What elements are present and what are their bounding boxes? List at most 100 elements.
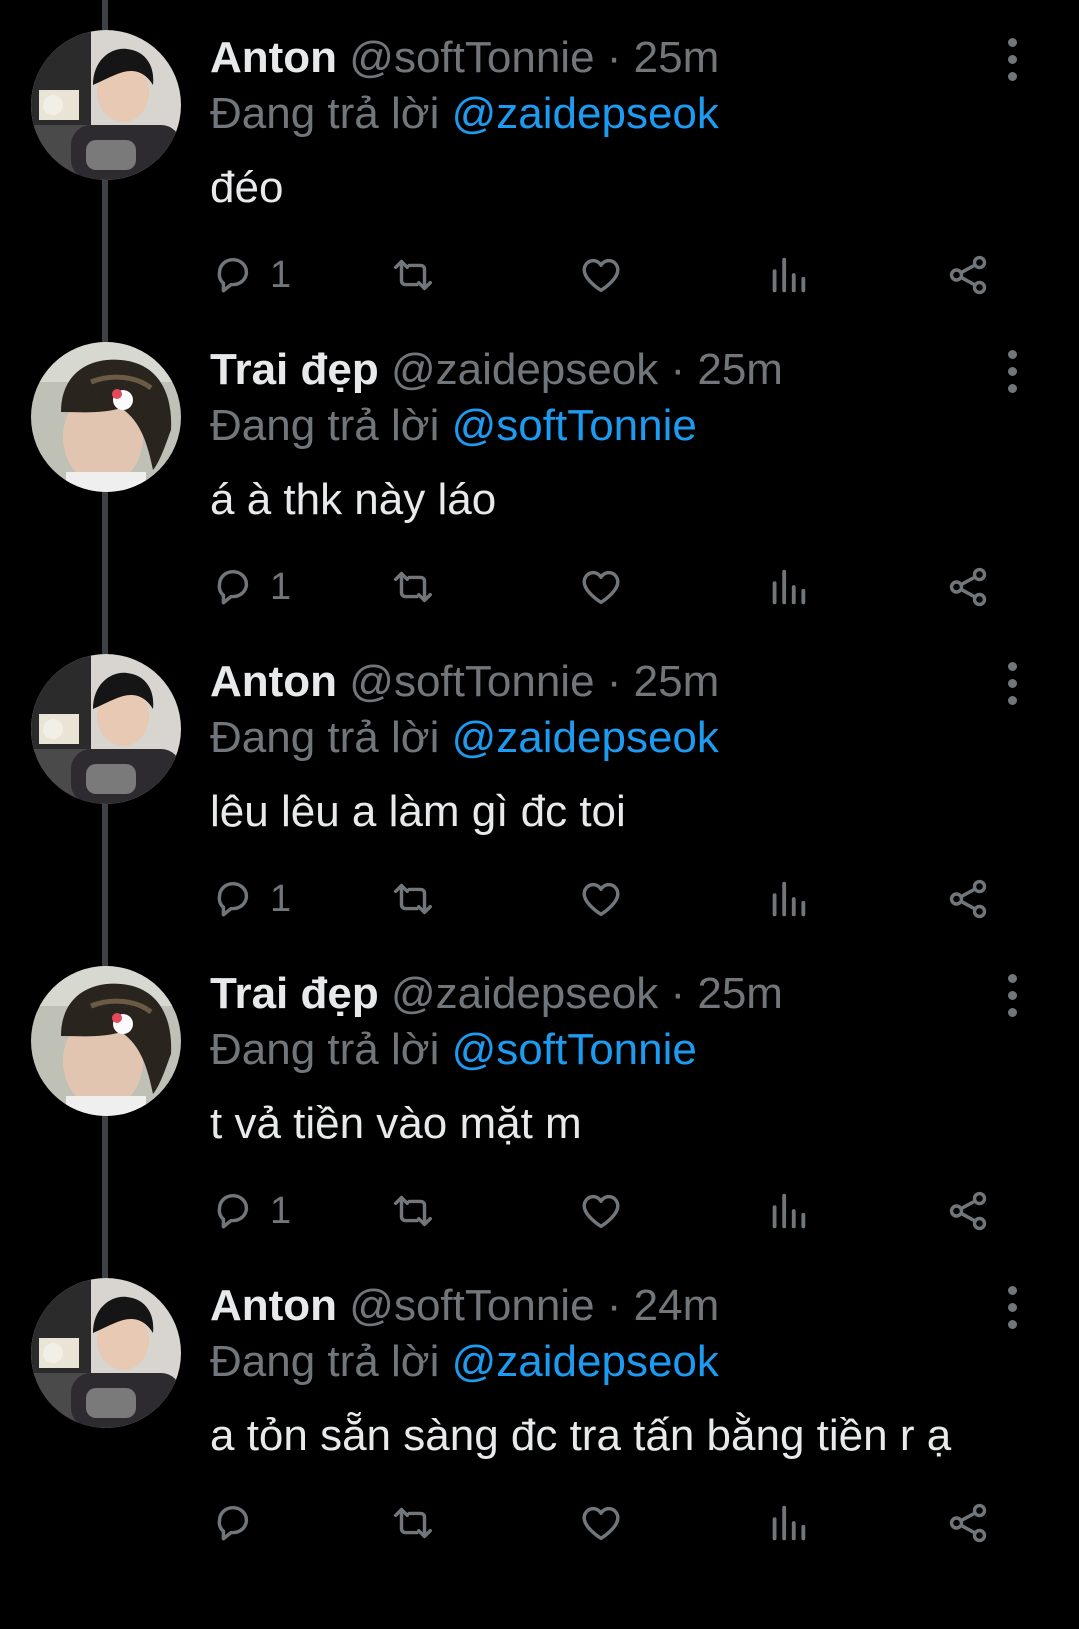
replying-to-label: Đang trả lời (210, 713, 440, 762)
like-button[interactable] (578, 874, 624, 924)
retweet-icon (394, 571, 432, 603)
tweet-header: Anton @softTonnie · 24m (210, 1280, 719, 1332)
user-handle[interactable]: @softTonnie (349, 657, 594, 706)
like-button[interactable] (578, 1186, 624, 1236)
retweet-icon (394, 259, 432, 291)
heart-icon (582, 258, 620, 293)
tweet-text: t vả tiền vào mặt m (210, 1099, 582, 1148)
replying-to-mention[interactable]: @zaidepseok (452, 89, 719, 138)
replying-to: Đang trả lời @zaidepseok (210, 88, 719, 140)
more-vertical-icon[interactable] (1000, 662, 1024, 705)
separator-dot: · (606, 1281, 622, 1330)
retweet-button[interactable] (390, 562, 436, 612)
views-button[interactable] (765, 874, 811, 924)
display-name[interactable]: Anton (210, 33, 337, 82)
replying-to: Đang trả lời @zaidepseok (210, 1336, 719, 1388)
reply-button[interactable]: 1 (210, 874, 291, 924)
retweet-button[interactable] (390, 250, 436, 300)
tweet-actions: 1 (210, 250, 1010, 300)
like-button[interactable] (578, 250, 624, 300)
tweet[interactable]: Anton @softTonnie · 25m Đang trả lời @za… (0, 624, 1079, 948)
retweet-icon (394, 1507, 432, 1539)
share-button[interactable] (945, 874, 991, 924)
views-button[interactable] (765, 562, 811, 612)
more-vertical-icon[interactable] (1000, 38, 1024, 81)
tweet-text: lêu lêu a làm gì đc toi (210, 787, 626, 836)
avatar-traidep[interactable] (31, 342, 181, 492)
reply-button[interactable] (210, 1498, 270, 1548)
tweet-time[interactable]: 24m (634, 1281, 720, 1330)
retweet-button[interactable] (390, 1186, 436, 1236)
reply-count: 1 (270, 253, 292, 296)
reply-button[interactable]: 1 (210, 562, 291, 612)
retweet-button[interactable] (390, 874, 436, 924)
views-icon (772, 257, 806, 293)
reply-icon (217, 881, 249, 917)
avatar-anton[interactable] (31, 654, 181, 804)
user-handle[interactable]: @softTonnie (349, 1281, 594, 1330)
reply-count: 1 (270, 877, 292, 920)
tweet-actions: 1 (210, 1186, 1010, 1236)
avatar-anton[interactable] (31, 30, 181, 180)
share-icon (949, 1503, 987, 1543)
tweet-actions (210, 1498, 1010, 1548)
reply-count: 1 (270, 565, 292, 608)
retweet-icon (394, 1195, 432, 1227)
separator-dot: · (606, 33, 622, 82)
views-icon (772, 569, 806, 605)
tweet[interactable]: Trai đẹp @zaidepseok · 25m Đang trả lời … (0, 312, 1079, 636)
tweet-actions: 1 (210, 562, 1010, 612)
separator-dot: · (606, 657, 622, 706)
like-button[interactable] (578, 1498, 624, 1548)
reply-count: 1 (270, 1189, 292, 1232)
reply-icon (217, 1505, 249, 1541)
avatar-traidep[interactable] (31, 966, 181, 1116)
replying-to: Đang trả lời @softTonnie (210, 400, 697, 452)
tweet-time[interactable]: 25m (634, 33, 720, 82)
replying-to-mention[interactable]: @softTonnie (452, 1025, 697, 1074)
retweet-button[interactable] (390, 1498, 436, 1548)
replying-to-label: Đang trả lời (210, 401, 440, 450)
tweet[interactable]: Trai đẹp @zaidepseok · 25m Đang trả lời … (0, 936, 1079, 1260)
replying-to-mention[interactable]: @zaidepseok (452, 713, 719, 762)
tweet-header: Trai đẹp @zaidepseok · 25m (210, 344, 783, 396)
display-name[interactable]: Anton (210, 657, 337, 706)
tweet-actions: 1 (210, 874, 1010, 924)
reply-button[interactable]: 1 (210, 1186, 291, 1236)
tweet-text: đéo (210, 163, 284, 212)
tweet-header: Anton @softTonnie · 25m (210, 32, 719, 84)
replying-to-mention[interactable]: @zaidepseok (452, 1337, 719, 1386)
like-button[interactable] (578, 562, 624, 612)
tweet-time[interactable]: 25m (634, 657, 720, 706)
more-vertical-icon[interactable] (1000, 974, 1024, 1017)
display-name[interactable]: Anton (210, 1281, 337, 1330)
more-vertical-icon[interactable] (1000, 350, 1024, 393)
replying-to-label: Đang trả lời (210, 89, 440, 138)
reply-button[interactable]: 1 (210, 250, 291, 300)
share-button[interactable] (945, 250, 991, 300)
user-handle[interactable]: @zaidepseok (391, 969, 658, 1018)
tweet[interactable]: Anton @softTonnie · 24m Đang trả lời @za… (0, 1248, 1079, 1572)
user-handle[interactable]: @softTonnie (349, 33, 594, 82)
tweet-header: Trai đẹp @zaidepseok · 25m (210, 968, 783, 1020)
replying-to-mention[interactable]: @softTonnie (452, 401, 697, 450)
views-button[interactable] (765, 1498, 811, 1548)
views-icon (772, 1193, 806, 1229)
avatar-anton[interactable] (31, 1278, 181, 1428)
replying-to: Đang trả lời @zaidepseok (210, 712, 719, 764)
tweet-time[interactable]: 25m (697, 345, 783, 394)
share-button[interactable] (945, 562, 991, 612)
more-vertical-icon[interactable] (1000, 1286, 1024, 1329)
display-name[interactable]: Trai đẹp (210, 969, 379, 1018)
replying-to-label: Đang trả lời (210, 1337, 440, 1386)
display-name[interactable]: Trai đẹp (210, 345, 379, 394)
share-button[interactable] (945, 1186, 991, 1236)
tweet-time[interactable]: 25m (697, 969, 783, 1018)
tweet[interactable]: Anton @softTonnie · 25m Đang trả lời @za… (0, 0, 1079, 324)
heart-icon (582, 570, 620, 605)
views-icon (772, 1505, 806, 1541)
views-button[interactable] (765, 1186, 811, 1236)
share-button[interactable] (945, 1498, 991, 1548)
views-button[interactable] (765, 250, 811, 300)
user-handle[interactable]: @zaidepseok (391, 345, 658, 394)
